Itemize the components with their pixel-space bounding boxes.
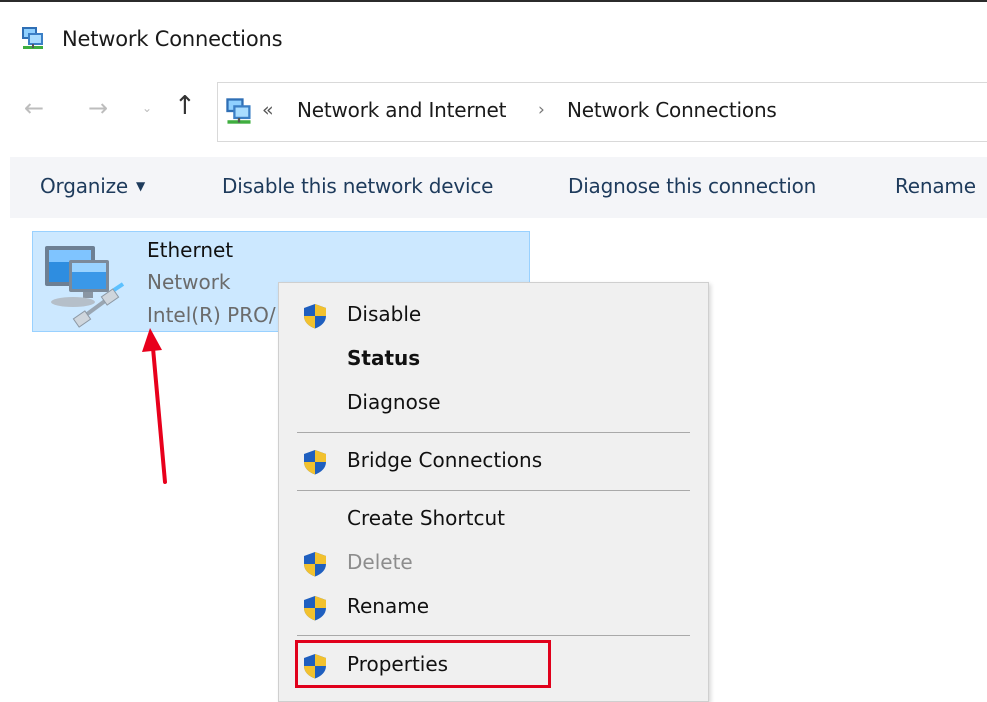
menu-item-diagnose[interactable]: Diagnose [279, 383, 708, 423]
menu-item-label: Create Shortcut [347, 506, 505, 530]
breadcrumb-network-and-internet[interactable]: Network and Internet [297, 98, 506, 122]
address-bar[interactable]: « Network and Internet › Network Connect… [217, 82, 987, 142]
menu-item-bridge-connections[interactable]: Bridge Connections [279, 441, 708, 481]
menu-item-label: Bridge Connections [347, 448, 543, 472]
menu-item-label: Disable [347, 302, 422, 326]
uac-shield-icon [304, 552, 326, 577]
command-bar: Organize ▼ Disable this network device Di… [10, 157, 987, 218]
recent-locations-chevron-icon[interactable]: ⌄ [142, 102, 152, 114]
rename-button[interactable]: Rename [895, 174, 976, 198]
window-top-border [0, 0, 987, 2]
up-arrow-icon[interactable]: ↑ [174, 93, 196, 119]
menu-item-label: Status [347, 346, 421, 370]
connection-adapter: Intel(R) PRO/ [147, 303, 276, 327]
uac-shield-icon [304, 304, 326, 329]
breadcrumb-separator-icon[interactable]: › [538, 100, 545, 120]
diagnose-connection-button[interactable]: Diagnose this connection [568, 174, 816, 198]
menu-item-label: Diagnose [347, 390, 441, 414]
forward-arrow-icon[interactable]: → [88, 96, 108, 120]
organize-label: Organize [40, 174, 128, 198]
window-title: Network Connections [62, 27, 283, 51]
uac-shield-icon [304, 596, 326, 621]
ethernet-adapter-icon [45, 246, 125, 328]
organize-button[interactable]: Organize ▼ [40, 174, 145, 198]
context-menu: Disable Status Diagnose Bridge Connectio… [278, 282, 709, 702]
menu-separator [297, 490, 690, 491]
network-connections-icon [226, 98, 251, 124]
menu-item-disable[interactable]: Disable [279, 295, 708, 335]
red-arrow-annotation-icon [142, 328, 167, 484]
menu-item-rename[interactable]: Rename [279, 587, 708, 627]
menu-item-status[interactable]: Status [279, 339, 708, 379]
connection-name: Ethernet [147, 238, 234, 262]
menu-item-label: Rename [347, 594, 430, 618]
connection-network: Network [147, 270, 231, 294]
breadcrumb-network-connections[interactable]: Network Connections [567, 98, 777, 122]
dropdown-caret-icon: ▼ [136, 179, 146, 193]
menu-separator [297, 432, 690, 433]
menu-separator [297, 635, 690, 636]
title-bar: Network Connections [0, 18, 987, 62]
menu-item-delete[interactable]: Delete [279, 543, 708, 583]
disable-device-button[interactable]: Disable this network device [222, 174, 493, 198]
network-connections-icon [22, 27, 43, 49]
back-arrow-icon[interactable]: ← [24, 96, 44, 120]
breadcrumb-overflow-icon[interactable]: « [262, 99, 274, 121]
menu-item-create-shortcut[interactable]: Create Shortcut [279, 499, 708, 539]
navigation-bar: ← → ⌄ ↑ « Network and Internet › Network… [0, 82, 987, 142]
uac-shield-icon [304, 450, 326, 475]
menu-item-label: Delete [347, 550, 413, 574]
properties-highlight-annotation [295, 640, 551, 688]
